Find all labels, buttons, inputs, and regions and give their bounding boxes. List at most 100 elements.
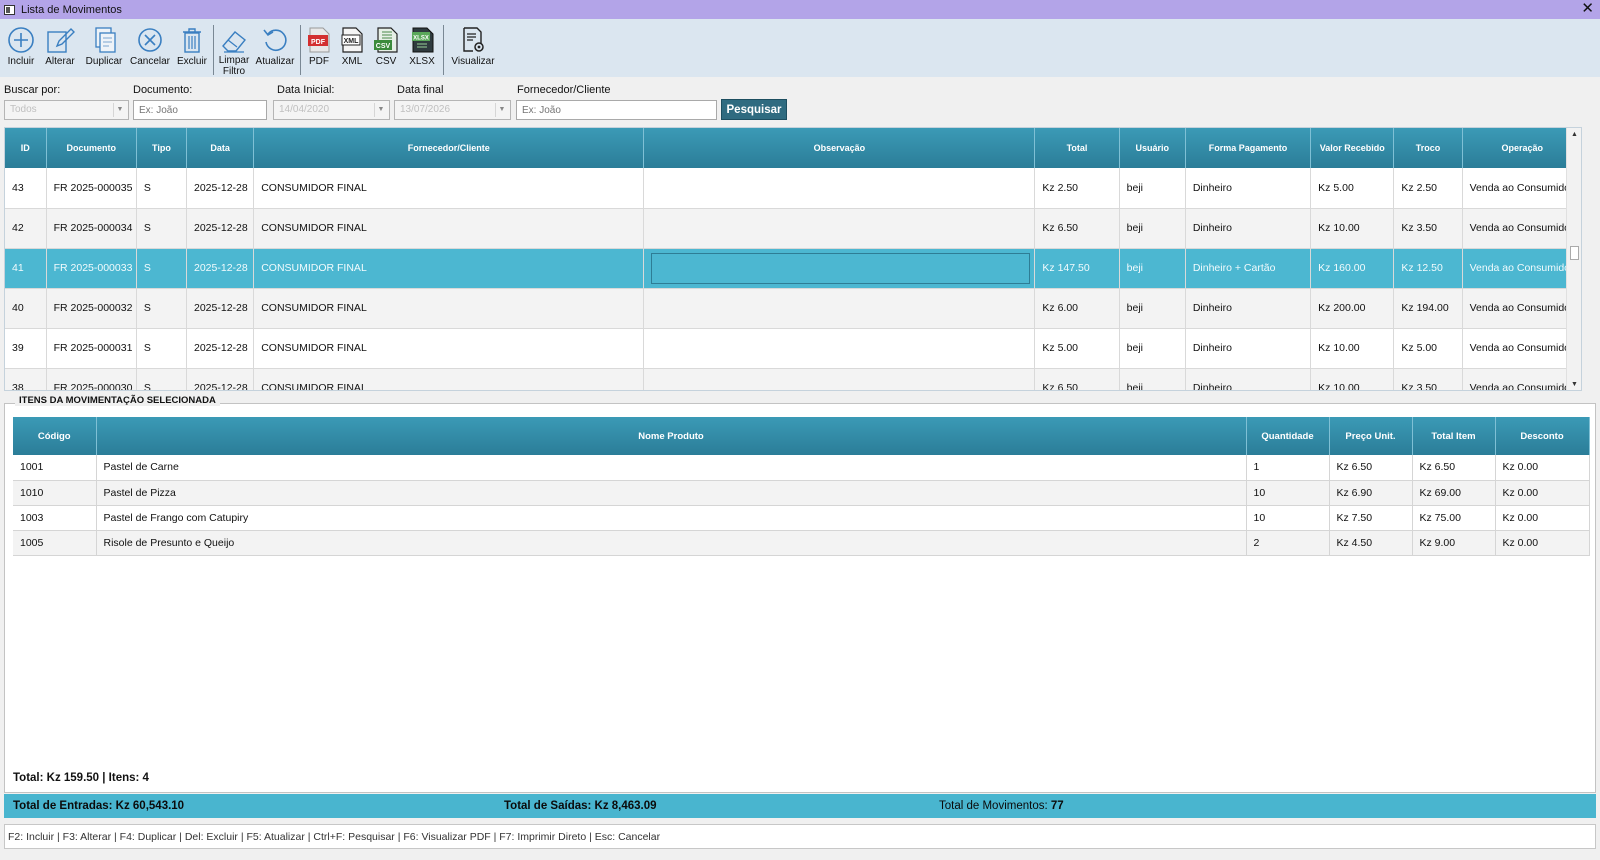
cell-operacao: Venda ao Consumidor (1462, 168, 1581, 209)
column-header[interactable]: Nome Produto (96, 417, 1247, 455)
column-header[interactable]: Quantidade (1246, 417, 1330, 455)
incluir-label: Incluir (7, 56, 35, 67)
cell-usuario: beji (1119, 328, 1186, 369)
cell-preco-unit: Kz 6.90 (1329, 480, 1413, 506)
cell-nome-produto: Pastel de Carne (96, 455, 1247, 481)
pesquisar-button[interactable]: Pesquisar (721, 99, 787, 120)
cell-total-item: Kz 6.50 (1412, 455, 1496, 481)
chevron-down-icon[interactable]: ▼ (113, 103, 126, 117)
data-inicial-picker[interactable]: 14/04/2020 ▼ (273, 100, 390, 120)
table-row[interactable]: 43 FR 2025-000035 S 2025-12-28 CONSUMIDO… (5, 168, 1581, 209)
column-header[interactable]: Total (1034, 128, 1120, 168)
column-header[interactable]: Total Item (1412, 417, 1496, 455)
edit-icon (45, 25, 75, 55)
buscar-por-combobox[interactable]: Todos ▼ (4, 100, 129, 120)
data-final-label: Data final (397, 84, 444, 96)
cell-id: 39 (5, 328, 47, 369)
visualizar-button[interactable]: Visualizar (446, 19, 500, 77)
table-row[interactable]: 1003 Pastel de Frango com Catupiry 10 Kz… (13, 505, 1590, 531)
xlsx-export-button[interactable]: XLSX XLSX (403, 19, 441, 77)
column-header[interactable]: Desconto (1495, 417, 1590, 455)
total-entradas: Total de Entradas: Kz 60,543.10 (13, 800, 185, 812)
atualizar-button[interactable]: Atualizar (252, 19, 298, 77)
excluir-label: Excluir (176, 56, 207, 67)
cell-fornecedor: CONSUMIDOR FINAL (253, 248, 645, 289)
table-row[interactable]: 40 FR 2025-000032 S 2025-12-28 CONSUMIDO… (5, 288, 1581, 329)
chevron-down-icon[interactable]: ▼ (495, 103, 508, 117)
cell-observacao (643, 168, 1036, 209)
column-header[interactable]: Forma Pagamento (1185, 128, 1312, 168)
close-icon[interactable]: ✕ (1581, 0, 1594, 18)
column-header[interactable]: Observação (643, 128, 1036, 168)
column-header[interactable]: Preço Unit. (1329, 417, 1413, 455)
cell-usuario: beji (1119, 288, 1186, 329)
column-header[interactable]: Código (13, 417, 97, 455)
cell-desconto: Kz 0.00 (1495, 505, 1590, 531)
cell-documento: FR 2025-000031 (46, 328, 137, 369)
table-row[interactable]: 39 FR 2025-000031 S 2025-12-28 CONSUMIDO… (5, 328, 1581, 369)
column-header[interactable]: Usuário (1119, 128, 1186, 168)
cell-data: 2025-12-28 (186, 368, 255, 390)
cell-desconto: Kz 0.00 (1495, 530, 1590, 556)
items-grid[interactable]: Código Nome Produto Quantidade Preço Uni… (13, 417, 1590, 556)
keyboard-shortcuts-bar: F2: Incluir | F3: Alterar | F4: Duplicar… (4, 824, 1596, 849)
column-header[interactable]: Fornecedor/Cliente (253, 128, 645, 168)
cell-observacao[interactable] (643, 248, 1036, 289)
duplicar-button[interactable]: Duplicar (81, 19, 127, 77)
cell-usuario: beji (1119, 248, 1186, 289)
column-header[interactable]: Documento (46, 128, 137, 168)
csv-export-button[interactable]: CSV CSV (369, 19, 403, 77)
alterar-label: Alterar (45, 56, 75, 67)
table-row[interactable]: 38 FR 2025-000030 S 2025-12-28 CONSUMIDO… (5, 368, 1581, 390)
incluir-button[interactable]: Incluir (3, 19, 39, 77)
cell-troco: Kz 5.00 (1393, 328, 1463, 369)
pdf-export-button[interactable]: PDF PDF (303, 19, 335, 77)
cell-tipo: S (136, 328, 188, 369)
table-row-selected[interactable]: 41 FR 2025-000033 S 2025-12-28 CONSUMIDO… (5, 248, 1581, 289)
pdf-label: PDF (309, 56, 329, 67)
scroll-down-icon[interactable]: ▼ (1567, 378, 1581, 390)
column-header[interactable]: Data (186, 128, 255, 168)
cell-valor-recebido: Kz 10.00 (1310, 368, 1395, 390)
items-groupbox: ITENS DA MOVIMENTAÇÃO SELECIONADA Código… (4, 395, 1596, 793)
documento-input[interactable] (133, 100, 267, 120)
cell-operacao: Venda ao Consumidor (1462, 288, 1581, 329)
column-header[interactable]: Operação (1462, 128, 1581, 168)
alterar-button[interactable]: Alterar (39, 19, 81, 77)
table-row[interactable]: 42 FR 2025-000034 S 2025-12-28 CONSUMIDO… (5, 208, 1581, 249)
movements-grid[interactable]: ID Documento Tipo Data Fornecedor/Client… (4, 127, 1582, 391)
column-header[interactable]: Valor Recebido (1310, 128, 1395, 168)
cell-data: 2025-12-28 (186, 288, 255, 329)
limpar-filtro-button[interactable]: Limpar Filtro (216, 19, 252, 77)
limpar-filtro-label: Limpar Filtro (218, 55, 250, 77)
chevron-down-icon[interactable]: ▼ (374, 103, 387, 117)
cell-forma-pagamento: Dinheiro (1185, 368, 1312, 390)
column-header[interactable]: Tipo (136, 128, 188, 168)
table-row[interactable]: 1005 Risole de Presunto e Queijo 2 Kz 4.… (13, 530, 1590, 556)
cell-id: 40 (5, 288, 47, 329)
cell-forma-pagamento: Dinheiro (1185, 328, 1312, 369)
total-movimentos-value: 77 (1050, 800, 1064, 812)
cell-operacao: Venda ao Consumidor (1462, 208, 1581, 249)
excluir-button[interactable]: Excluir (173, 19, 211, 77)
column-header[interactable]: Troco (1393, 128, 1463, 168)
buscar-por-value: Todos (10, 104, 37, 115)
cell-usuario: beji (1119, 168, 1186, 209)
cancelar-button[interactable]: Cancelar (127, 19, 173, 77)
xlsx-label: XLSX (409, 56, 435, 67)
focused-cell-editor[interactable] (651, 252, 1031, 284)
scroll-thumb[interactable] (1570, 246, 1579, 260)
cell-troco: Kz 3.50 (1393, 208, 1463, 249)
table-row[interactable]: 1010 Pastel de Pizza 10 Kz 6.90 Kz 69.00… (13, 480, 1590, 506)
scroll-up-icon[interactable]: ▲ (1567, 128, 1581, 142)
data-final-picker[interactable]: 13/07/2026 ▼ (394, 100, 511, 120)
cell-tipo: S (136, 168, 188, 209)
pdf-file-icon: PDF (306, 25, 332, 55)
fornecedor-input[interactable] (516, 100, 717, 120)
vertical-scrollbar[interactable]: ▲ ▼ (1566, 128, 1581, 390)
cell-nome-produto: Pastel de Frango com Catupiry (96, 505, 1247, 531)
cell-preco-unit: Kz 7.50 (1329, 505, 1413, 531)
table-row[interactable]: 1001 Pastel de Carne 1 Kz 6.50 Kz 6.50 K… (13, 455, 1590, 481)
column-header[interactable]: ID (5, 128, 47, 168)
xml-export-button[interactable]: XML XML (335, 19, 369, 77)
